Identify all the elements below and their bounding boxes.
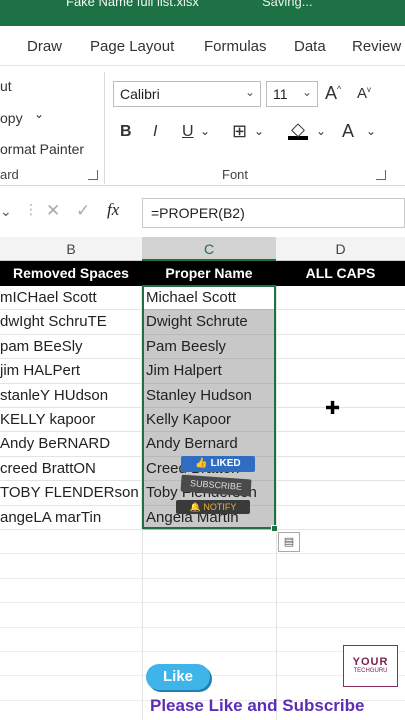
bold-button[interactable]: B [120,123,132,141]
grid-line [142,286,143,720]
tab-draw[interactable]: Draw [27,38,62,55]
chevron-down-icon: ⌄ [301,85,312,99]
chevron-down-icon: ⌄ [244,85,255,99]
chevron-down-icon[interactable]: ⌄ [316,124,326,138]
column-header-b[interactable]: B [0,237,142,261]
decrease-font-icon[interactable]: Av [357,85,371,102]
header-cell-proper-name[interactable]: Proper Name [142,261,276,286]
font-group-label: Font [222,167,249,182]
borders-icon[interactable]: ⊞ [232,121,247,142]
chevron-down-icon[interactable]: ⌄ [200,124,210,138]
grid-line [276,286,277,720]
notify-text: NOTIFY [203,502,237,512]
underline-button[interactable]: U [182,123,194,141]
clipboard-launcher-icon[interactable] [88,170,98,180]
cell-b[interactable]: dwIght SchruTE [0,310,142,335]
logo-sub-text: TECHGURU [353,668,388,674]
cell-b[interactable]: KELLY kapoor [0,408,142,433]
tab-page-layout[interactable]: Page Layout [90,38,174,55]
formula-bar: ⌄ ⋮ ✕ ✓ fx =PROPER(B2) [0,195,405,231]
insert-function-button[interactable]: fx [107,200,119,220]
header-cell-all-caps[interactable]: ALL CAPS [276,261,405,286]
fill-color-icon[interactable]: ◇ [288,119,308,140]
column-header-d[interactable]: D [276,237,405,261]
cell-b[interactable]: stanleY HUdson [0,383,142,408]
title-bar: Fake Name full list.xlsx Saving... [0,0,405,26]
subscribe-banner: Please Like and Subscribe [150,696,365,715]
cell-b[interactable]: TOBY FLENDERson [0,481,142,506]
cell-c[interactable]: Jim Halpert [142,359,275,384]
cell-d[interactable] [276,432,405,457]
cell-c[interactable]: Andy Bernard [142,432,275,457]
font-size-select[interactable]: 11 ⌄ [266,81,318,107]
tab-data[interactable]: Data [294,38,326,55]
cell-d[interactable] [276,310,405,335]
empty-row[interactable] [0,603,405,628]
font-size-value: 11 [273,86,288,102]
logo-main-text: YOUR [352,656,389,668]
increase-font-icon[interactable]: A^ [325,83,341,104]
ribbon-tabs: Draw Page Layout Formulas Data Review [0,26,405,66]
cell-d[interactable] [276,506,405,530]
cut-button[interactable]: ut [0,78,12,94]
cell-b[interactable]: Andy BeRNARD [0,432,142,457]
cell-d[interactable] [276,481,405,506]
enter-icon[interactable]: ✓ [76,201,90,221]
channel-logo: YOUR TECHGURU [343,645,398,687]
cell-c[interactable]: Pam Beesly [142,334,275,360]
column-header-c[interactable]: C [142,237,276,261]
tab-formulas[interactable]: Formulas [204,38,267,55]
font-name-value: Calibri [120,86,160,102]
cancel-icon[interactable]: ✕ [46,201,60,221]
group-divider [104,72,105,184]
header-cell-removed-spaces[interactable]: Removed Spaces [0,261,142,286]
document-title: Fake Name full list.xlsx [66,0,199,9]
cursor-cross-icon: ✚ [325,398,341,418]
font-color-icon[interactable]: A [342,121,354,142]
cell-d[interactable] [276,408,405,433]
save-status: Saving... [262,0,313,9]
name-box-chevron-icon[interactable]: ⌄ [0,203,12,220]
cell-c[interactable]: Stanley Hudson [142,383,275,408]
copy-button[interactable]: opy [0,110,23,126]
chevron-down-icon[interactable]: ⌄ [254,124,264,138]
font-name-select[interactable]: Calibri ⌄ [113,81,261,107]
bell-icon: 🔔 [189,502,204,512]
cell-d[interactable] [276,335,405,360]
quick-analysis-icon[interactable]: ▤ [278,532,300,552]
empty-row[interactable] [0,554,405,579]
liked-text: LIKED [210,458,241,469]
formula-text: =PROPER(B2) [151,205,245,221]
liked-sticker: 👍 LIKED [181,456,255,472]
cell-c[interactable]: Dwight Schrute [142,310,275,335]
cell-c[interactable]: Michael Scott [142,286,275,311]
cell-b[interactable]: mICHael Scott [0,286,142,311]
empty-row[interactable] [0,579,405,604]
thumbs-up-icon: 👍 [195,458,211,469]
cell-b[interactable]: jim HALPert [0,359,142,384]
format-painter-button[interactable]: ormat Painter [0,141,84,157]
notify-sticker: 🔔 NOTIFY [176,500,250,514]
cell-c[interactable]: Kelly Kapoor [142,408,275,433]
cell-b[interactable]: creed BrattON [0,456,142,482]
font-launcher-icon[interactable] [376,170,386,180]
clipboard-group-label: ard [0,167,19,182]
tab-review[interactable]: Review [352,38,401,55]
fill-handle[interactable] [271,525,278,532]
chevron-down-icon[interactable]: ⌄ [366,124,376,138]
italic-button[interactable]: I [153,123,157,141]
cell-d[interactable] [276,359,405,384]
more-icon: ⋮ [24,201,38,217]
cell-d[interactable] [276,457,405,482]
cell-d[interactable] [276,286,405,311]
cell-b[interactable]: pam BEeSly [0,334,142,360]
cell-b[interactable]: angeLA marTin [0,505,142,530]
empty-row[interactable] [0,530,405,555]
cell-d[interactable] [276,384,405,408]
ribbon: ut opy ⌄ ormat Painter ard Calibri ⌄ 11 … [0,66,405,186]
like-bubble: Like [146,664,210,690]
chevron-down-icon[interactable]: ⌄ [34,107,44,121]
formula-input[interactable]: =PROPER(B2) [142,198,405,228]
